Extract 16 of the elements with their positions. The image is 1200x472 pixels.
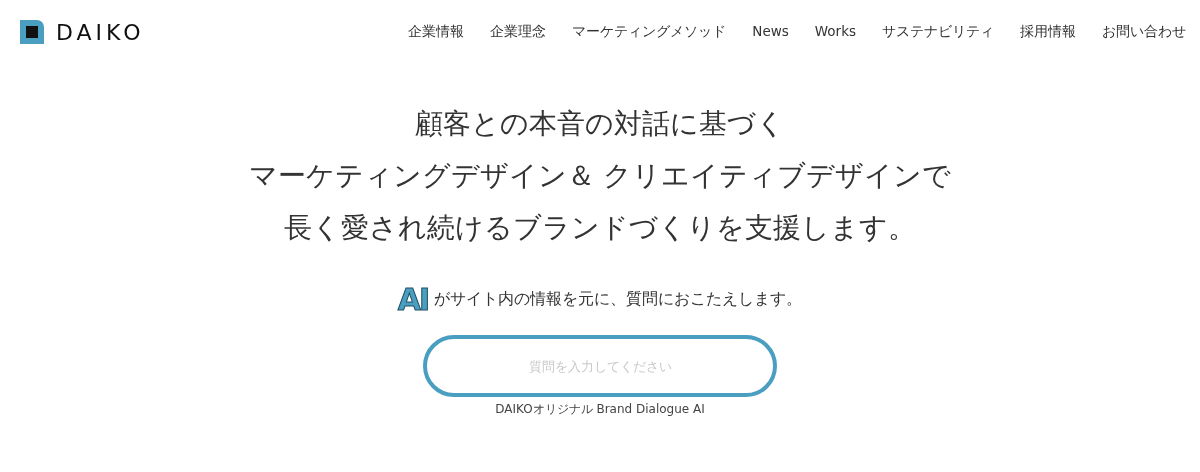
nav-link[interactable]: サステナビリティ <box>882 23 994 41</box>
nav-link[interactable]: お問い合わせ <box>1102 23 1186 41</box>
nav-link[interactable]: 企業情報 <box>408 23 465 41</box>
nav-link[interactable]: Works <box>814 23 856 41</box>
headline-line: 顧客との本音の対話に基づく <box>415 106 785 142</box>
logo-icon <box>20 20 44 44</box>
nav-link[interactable]: 企業理念 <box>490 23 547 41</box>
ai-logo: AI <box>397 282 429 317</box>
ai-intro-text: がサイト内の情報を元に、質問におこたえします。 <box>434 289 803 310</box>
nav-link[interactable]: 採用情報 <box>1020 23 1076 41</box>
ai-caption: DAIKOオリジナル Brand Dialogue AI <box>495 401 705 418</box>
nav-link[interactable]: マーケティングメソッド <box>572 23 727 41</box>
logo-text[interactable]: DAIKO <box>56 19 145 45</box>
nav-link[interactable]: News <box>752 23 789 41</box>
headline-line: マーケティングデザイン＆ クリエイティブデザインで <box>248 158 952 194</box>
headline-line: 長く愛され続けるブランドづくりを支援します。 <box>284 210 916 246</box>
